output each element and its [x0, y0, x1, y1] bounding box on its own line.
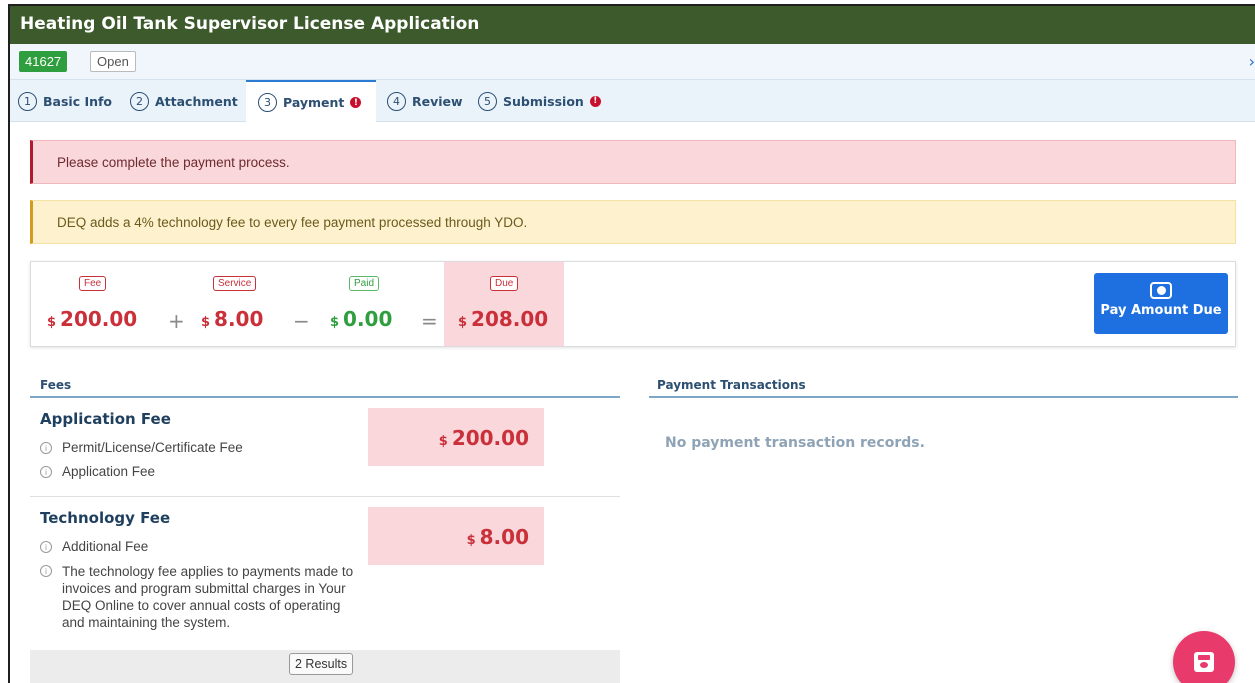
tab-review[interactable]: 4 Review	[387, 80, 463, 122]
fee-item-detail: i The technology fee applies to payments…	[40, 563, 356, 631]
fee-item: Technology Fee i Additional Fee i The te…	[30, 497, 620, 650]
pay-button-label: Pay Amount Due	[1100, 303, 1222, 318]
currency-symbol: $	[458, 315, 468, 330]
error-icon: !	[350, 97, 362, 108]
transactions-section-title: Payment Transactions	[657, 378, 806, 392]
tab-label: Attachment	[155, 93, 238, 109]
page-title: Heating Oil Tank Supervisor License Appl…	[10, 6, 1255, 44]
step-number-icon: 5	[478, 91, 497, 111]
payment-error-alert: Please complete the payment process.	[30, 140, 1236, 184]
tab-attachment[interactable]: 2 Attachment	[130, 80, 238, 122]
no-transactions-message: No payment transaction records.	[665, 435, 925, 451]
equals-operator: =	[421, 309, 438, 333]
due-value: 208.00	[471, 307, 549, 331]
fee-item-amount: $200.00	[368, 408, 544, 466]
info-icon: i	[40, 541, 52, 553]
fee-tag: Fee	[79, 276, 107, 291]
results-count-button[interactable]: 2 Results	[289, 653, 354, 675]
tab-label: Review	[412, 93, 463, 109]
record-id-badge: 41627	[19, 51, 68, 72]
info-icon: i	[40, 565, 52, 577]
paid-amount: $0.00	[330, 307, 392, 331]
chevron-right-icon[interactable]: ›	[1249, 52, 1255, 71]
service-tag: Service	[213, 276, 257, 291]
application-window: Heating Oil Tank Supervisor License Appl…	[8, 4, 1255, 683]
fee-item-detail: i Additional Fee	[40, 539, 148, 554]
paid-value: 0.00	[343, 307, 393, 331]
fee-item-detail-text: Additional Fee	[62, 539, 149, 554]
results-footer: 2 Results	[30, 650, 620, 683]
fee-value: 200.00	[60, 307, 138, 331]
fee-item-amount: $8.00	[368, 507, 544, 565]
tab-label: Submission	[503, 93, 584, 109]
due-tag: Due	[490, 276, 519, 291]
fee-item-name: Technology Fee	[40, 509, 171, 527]
fee-item-name: Application Fee	[40, 410, 171, 428]
technology-fee-notice: DEQ adds a 4% technology fee to every fe…	[30, 200, 1236, 244]
service-amount: $8.00	[201, 307, 263, 331]
due-amount: $208.00	[458, 307, 548, 331]
fee-item-detail-text: Permit/License/Certificate Fee	[62, 440, 243, 455]
fee-item: Application Fee i Permit/License/Certifi…	[30, 398, 620, 497]
minus-operator: −	[293, 309, 310, 333]
plus-operator: +	[168, 309, 185, 333]
paid-tag: Paid	[349, 276, 380, 291]
currency-symbol: $	[47, 315, 57, 330]
info-icon: i	[40, 442, 52, 454]
status-badge: Open	[90, 51, 136, 72]
currency-symbol: $	[466, 533, 476, 548]
step-number-icon: 4	[387, 91, 406, 111]
save-icon	[1194, 652, 1214, 672]
fee-item-amount-value: 200.00	[451, 426, 529, 450]
pay-amount-due-button[interactable]: Pay Amount Due	[1094, 273, 1228, 334]
info-icon: i	[40, 466, 52, 478]
tab-basic-info[interactable]: 1 Basic Info	[18, 80, 112, 122]
service-value: 8.00	[214, 307, 264, 331]
payment-summary: Fee $200.00 + Service $8.00 − Paid $0.00…	[30, 261, 1236, 347]
step-tabs: 1 Basic Info 2 Attachment 3 Payment ! 4 …	[10, 80, 1255, 123]
tab-submission[interactable]: 5 Submission !	[478, 80, 601, 122]
fee-amount: $200.00	[47, 307, 137, 331]
step-number-icon: 1	[18, 91, 37, 111]
fee-item-detail-text: The technology fee applies to payments m…	[62, 564, 354, 630]
due-highlight	[444, 262, 564, 346]
status-bar: 41627 Open ›	[10, 44, 1255, 80]
fee-item-detail: i Application Fee	[40, 464, 155, 479]
transactions-divider	[649, 396, 1238, 398]
currency-symbol: $	[201, 315, 211, 330]
fee-item-detail: i Permit/License/Certificate Fee	[40, 440, 243, 455]
fee-item-detail-text: Application Fee	[62, 464, 156, 479]
fees-section-title: Fees	[40, 378, 72, 392]
tab-label: Basic Info	[43, 93, 113, 109]
fee-item-amount-value: 8.00	[479, 525, 529, 549]
step-number-icon: 3	[258, 93, 277, 112]
step-number-icon: 2	[130, 91, 149, 111]
currency-symbol: $	[438, 434, 448, 449]
currency-symbol: $	[330, 315, 340, 330]
tab-payment[interactable]: 3 Payment !	[246, 80, 376, 123]
error-icon: !	[589, 95, 601, 107]
tab-label: Payment	[283, 95, 345, 110]
money-icon	[1150, 282, 1172, 299]
